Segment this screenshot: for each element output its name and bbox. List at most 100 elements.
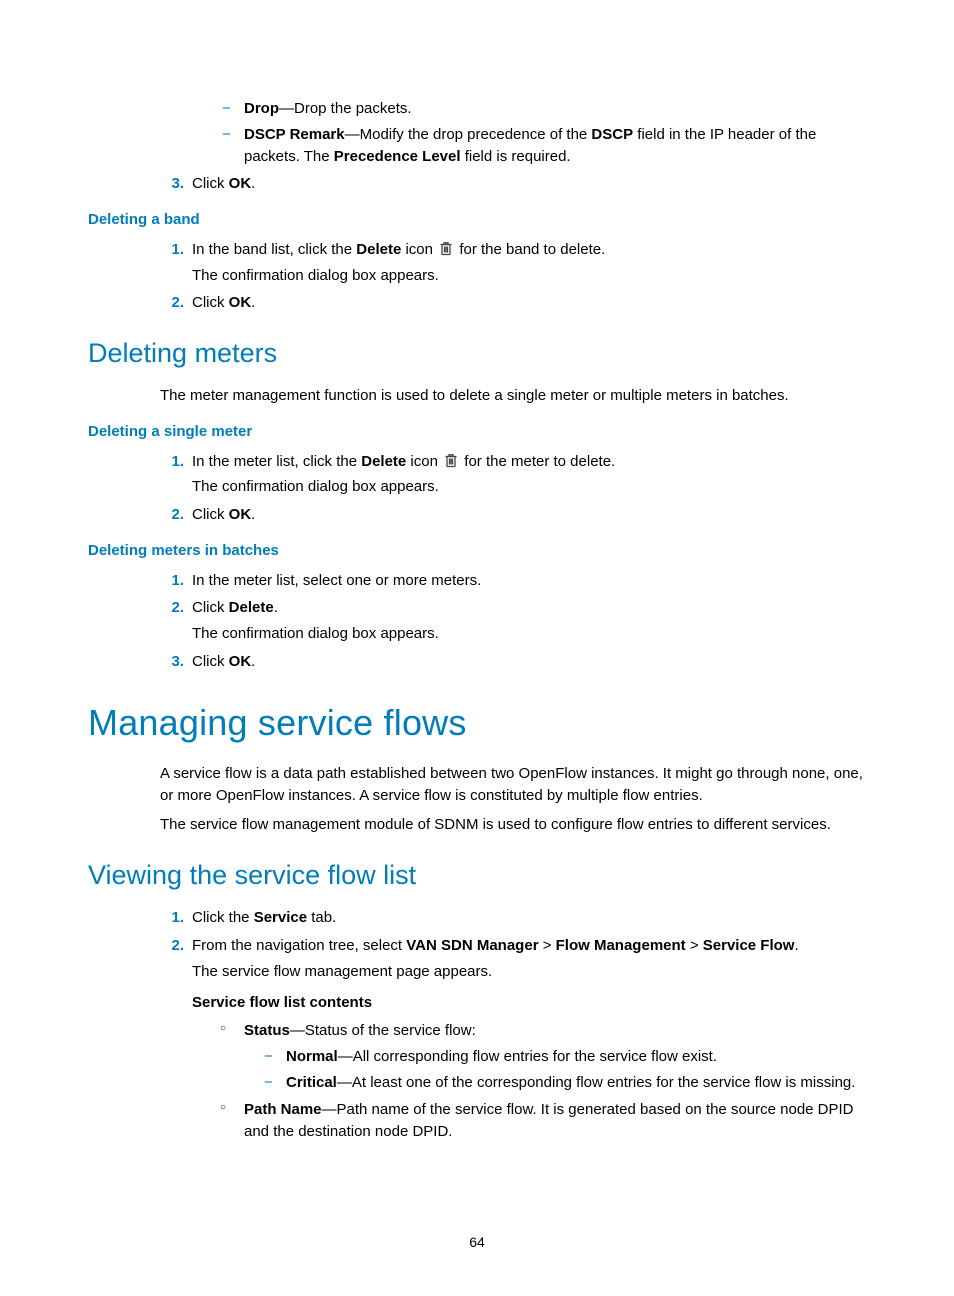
- list-item: Status—Status of the service flow: Norma…: [218, 1020, 866, 1093]
- body-text: for the meter to delete.: [464, 453, 615, 470]
- list-item: 3. Click OK.: [160, 173, 866, 195]
- body-text: —Path name of the service flow. It is ge…: [244, 1101, 854, 1140]
- list-item: 2. Click Delete. The confirmation dialog…: [160, 597, 866, 645]
- body-text: Click: [192, 175, 229, 192]
- bold-text: Path Name: [244, 1101, 322, 1118]
- deleting-batch-steps: 1. In the meter list, select one or more…: [160, 570, 866, 673]
- body-text: .: [274, 599, 278, 616]
- bold-text: OK: [229, 294, 252, 311]
- viewing-steps: 1. Click the Service tab. 2. From the na…: [160, 907, 866, 1143]
- body-text: The meter management function is used to…: [160, 385, 866, 407]
- step-number: 2.: [160, 935, 184, 957]
- body-text: tab.: [307, 909, 336, 926]
- body-text: —All corresponding flow entries for the …: [338, 1048, 717, 1065]
- heading-deleting-single-meter: Deleting a single meter: [88, 421, 866, 443]
- heading-deleting-meters-batches: Deleting meters in batches: [88, 540, 866, 562]
- deleting-band-steps: 1. In the band list, click the Delete ic…: [160, 239, 866, 314]
- list-item: 1. In the meter list, select one or more…: [160, 570, 866, 592]
- delete-icon: [444, 453, 458, 468]
- body-text: The confirmation dialog box appears.: [192, 623, 866, 645]
- body-text: The service flow management page appears…: [192, 961, 866, 983]
- bold-text: VAN SDN Manager: [406, 937, 538, 954]
- list-item: Path Name—Path name of the service flow.…: [218, 1099, 866, 1143]
- body-text: In the band list, click the: [192, 241, 356, 258]
- body-text: In the meter list, click the: [192, 453, 361, 470]
- list-item: 1. In the band list, click the Delete ic…: [160, 239, 866, 287]
- body-text: icon: [406, 453, 442, 470]
- step-number: 1.: [160, 239, 184, 261]
- step-number: 2.: [160, 292, 184, 314]
- bold-text: Delete: [361, 453, 406, 470]
- body-text: The service flow management module of SD…: [160, 814, 866, 836]
- body-text: .: [251, 294, 255, 311]
- heading-deleting-meters: Deleting meters: [88, 334, 866, 373]
- body-text: —Modify the drop precedence of the: [345, 126, 592, 143]
- step-number: 3.: [160, 651, 184, 673]
- heading-viewing-service-flow-list: Viewing the service flow list: [88, 856, 866, 895]
- bold-text: Drop: [244, 100, 279, 117]
- body-text: Click: [192, 653, 229, 670]
- bold-text: Flow Management: [556, 937, 686, 954]
- list-item: Drop—Drop the packets.: [222, 98, 866, 120]
- body-text: .: [251, 506, 255, 523]
- contents-title: Service flow list contents: [192, 992, 866, 1014]
- body-text: icon: [401, 241, 437, 258]
- step-number: 1.: [160, 907, 184, 929]
- bold-text: OK: [229, 175, 252, 192]
- list-item: 3. Click OK.: [160, 651, 866, 673]
- body-text: From the navigation tree, select: [192, 937, 406, 954]
- step-number: 1.: [160, 451, 184, 473]
- body-text: Click: [192, 506, 229, 523]
- list-item: Normal—All corresponding flow entries fo…: [264, 1046, 866, 1068]
- list-item: Drop—Drop the packets. DSCP Remark—Modif…: [160, 98, 866, 167]
- top-continuation: Drop—Drop the packets. DSCP Remark—Modif…: [160, 98, 866, 195]
- contents-list: Status—Status of the service flow: Norma…: [218, 1020, 866, 1143]
- body-text: —Status of the service flow:: [290, 1022, 476, 1039]
- bold-text: OK: [229, 653, 252, 670]
- delete-icon: [439, 241, 453, 256]
- step-number: 2.: [160, 597, 184, 619]
- body-text: Click the: [192, 909, 254, 926]
- step-number: 2.: [160, 504, 184, 526]
- body-text: In the meter list, select one or more me…: [192, 572, 481, 589]
- body-text: A service flow is a data path establishe…: [160, 763, 866, 807]
- bold-text: Service: [254, 909, 307, 926]
- document-page: Drop—Drop the packets. DSCP Remark—Modif…: [0, 0, 954, 1296]
- body-text: The confirmation dialog box appears.: [192, 476, 866, 498]
- bold-text: DSCP Remark: [244, 126, 345, 143]
- list-item: 1. Click the Service tab.: [160, 907, 866, 929]
- bold-text: DSCP: [591, 126, 633, 143]
- list-item: 1. In the meter list, click the Delete i…: [160, 451, 866, 499]
- bold-text: Service Flow: [703, 937, 795, 954]
- bold-text: Precedence Level: [334, 148, 461, 165]
- status-values: Normal—All corresponding flow entries fo…: [264, 1046, 866, 1094]
- list-item: Critical—At least one of the correspondi…: [264, 1072, 866, 1094]
- step-number: 1.: [160, 570, 184, 592]
- bold-text: Critical: [286, 1074, 337, 1091]
- bold-text: OK: [229, 506, 252, 523]
- heading-managing-service-flows: Managing service flows: [88, 697, 866, 749]
- step-number: 3.: [160, 173, 184, 195]
- body-text: Click: [192, 599, 229, 616]
- body-text: The confirmation dialog box appears.: [192, 265, 866, 287]
- bold-text: Delete: [356, 241, 401, 258]
- dash-list: Drop—Drop the packets. DSCP Remark—Modif…: [222, 98, 866, 167]
- list-item: DSCP Remark—Modify the drop precedence o…: [222, 124, 866, 168]
- list-item: 2. Click OK.: [160, 292, 866, 314]
- page-number: 64: [0, 1232, 954, 1252]
- body-text: —At least one of the corresponding flow …: [337, 1074, 856, 1091]
- list-item: 2. From the navigation tree, select VAN …: [160, 935, 866, 1143]
- body-text: >: [539, 937, 556, 954]
- heading-deleting-band: Deleting a band: [88, 209, 866, 231]
- body-text: —Drop the packets.: [279, 100, 412, 117]
- body-text: for the band to delete.: [459, 241, 605, 258]
- bold-text: Delete: [229, 599, 274, 616]
- body-text: Click: [192, 294, 229, 311]
- body-text: >: [686, 937, 703, 954]
- body-text: field is required.: [461, 148, 571, 165]
- list-item: 2. Click OK.: [160, 504, 866, 526]
- body-text: .: [251, 175, 255, 192]
- body-text: .: [794, 937, 798, 954]
- body-text: .: [251, 653, 255, 670]
- deleting-single-meter-steps: 1. In the meter list, click the Delete i…: [160, 451, 866, 526]
